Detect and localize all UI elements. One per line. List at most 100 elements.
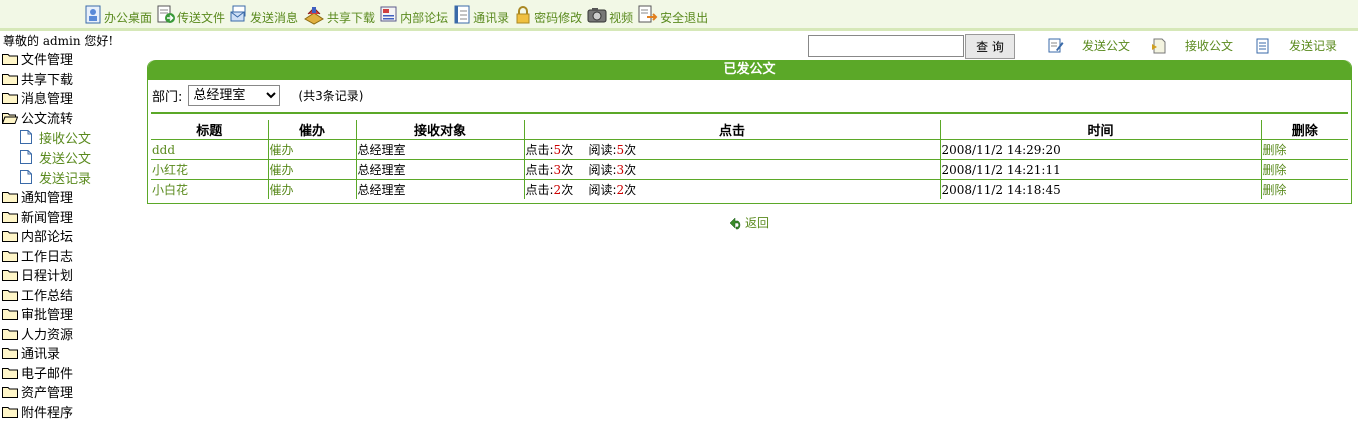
nav-logout[interactable]: 安全退出 <box>638 5 708 28</box>
panel-title: 已发公文 <box>148 60 1351 80</box>
sidebar-item-receive-doc[interactable]: 接收公文 <box>0 127 140 147</box>
send-doc-link[interactable]: 发送公文 <box>1048 37 1130 54</box>
col-title: 标题 <box>151 120 269 140</box>
table-row: 小白花 催办 总经理室 点击:2次 阅读:2次 2008/11/2 14:18:… <box>151 179 1348 199</box>
nav-file-transfer[interactable]: 传送文件 <box>157 5 225 28</box>
click-stats: 点击:5次 阅读:5次 <box>524 139 941 160</box>
col-receiver: 接收对象 <box>356 120 525 140</box>
logout-icon <box>638 5 658 25</box>
col-urge: 催办 <box>268 120 357 140</box>
receiver-cell: 总经理室 <box>356 139 525 160</box>
folder-icon <box>2 93 18 105</box>
nav-send-message[interactable]: 发送消息 <box>230 5 298 28</box>
top-nav: 办公桌面 传送文件 发送消息 共享下载 内部论坛 通讯录 密码修改 视频 安全退… <box>84 0 713 28</box>
sidebar-item-forum[interactable]: 内部论坛 <box>0 226 140 246</box>
sidebar: 文件管理 共享下载 消息管理 公文流转 接收公文 发送公文 发送记录 通知管理 … <box>0 49 140 421</box>
col-clicks: 点击 <box>524 120 941 140</box>
nav-address-book[interactable]: 通讯录 <box>453 5 509 28</box>
sidebar-item-work-log[interactable]: 工作日志 <box>0 246 140 266</box>
edit-doc-icon <box>1048 38 1064 53</box>
document-icon <box>20 150 32 164</box>
nav-change-password[interactable]: 密码修改 <box>514 5 582 28</box>
top-toolbar: 办公桌面 传送文件 发送消息 共享下载 内部论坛 通讯录 密码修改 视频 安全退… <box>0 0 1358 31</box>
col-delete: 删除 <box>1261 120 1348 140</box>
sidebar-item-message-management[interactable]: 消息管理 <box>0 88 140 108</box>
sidebar-item-shared-download[interactable]: 共享下载 <box>0 69 140 89</box>
back-link[interactable]: 返回 <box>728 214 769 231</box>
folder-icon <box>2 270 18 282</box>
sent-docs-panel: 已发公文 部门: 总经理室 (共3条记录) 标题 催办 接收对象 点击 时间 删… <box>147 60 1352 204</box>
folder-icon <box>2 54 18 66</box>
click-stats: 点击:2次 阅读:2次 <box>524 179 941 199</box>
receiver-cell: 总经理室 <box>356 159 525 180</box>
delete-link[interactable]: 删除 <box>1263 163 1287 177</box>
sidebar-item-address-book[interactable]: 通讯录 <box>0 343 140 363</box>
folder-icon <box>2 250 18 262</box>
sidebar-item-approval[interactable]: 审批管理 <box>0 304 140 324</box>
sidebar-item-email[interactable]: 电子邮件 <box>0 363 140 383</box>
urge-link[interactable]: 催办 <box>270 163 294 177</box>
urge-link[interactable]: 催办 <box>270 143 294 157</box>
folder-icon <box>2 406 18 418</box>
table-row: 小红花 催办 总经理室 点击:3次 阅读:3次 2008/11/2 14:21:… <box>151 159 1348 180</box>
forum-icon <box>380 5 398 25</box>
sidebar-item-document-flow[interactable]: 公文流转 <box>0 108 140 128</box>
nav-desktop[interactable]: 办公桌面 <box>84 5 152 28</box>
delete-link[interactable]: 删除 <box>1263 143 1287 157</box>
nav-forum[interactable]: 内部论坛 <box>380 5 448 28</box>
desktop-icon <box>84 5 102 25</box>
nav-video[interactable]: 视频 <box>587 5 633 28</box>
receive-doc-link[interactable]: 接收公文 <box>1151 37 1233 54</box>
sidebar-item-news-management[interactable]: 新闻管理 <box>0 207 140 227</box>
search-input[interactable] <box>808 35 964 57</box>
time-cell: 2008/11/2 14:29:20 <box>940 139 1262 160</box>
folder-open-icon <box>2 112 18 124</box>
folder-icon <box>2 309 18 321</box>
sidebar-item-work-summary[interactable]: 工作总结 <box>0 285 140 305</box>
doc-title-link[interactable]: 小白花 <box>152 183 188 197</box>
click-stats: 点击:3次 阅读:3次 <box>524 159 941 180</box>
table-header-row: 标题 催办 接收对象 点击 时间 删除 <box>151 120 1348 140</box>
sidebar-item-assets[interactable]: 资产管理 <box>0 382 140 402</box>
message-icon <box>230 5 248 25</box>
greeting-text: 尊敬的 admin 您好! <box>3 34 114 48</box>
col-time: 时间 <box>940 120 1262 140</box>
sidebar-item-attachments[interactable]: 附件程序 <box>0 402 140 422</box>
folder-icon <box>2 192 18 204</box>
search-button[interactable]: 查 询 <box>965 34 1015 59</box>
urge-link[interactable]: 催办 <box>270 183 294 197</box>
folder-icon <box>2 231 18 243</box>
sent-docs-table: 标题 催办 接收对象 点击 时间 删除 ddd 催办 总经理室 点击:5次 阅读… <box>151 120 1348 199</box>
sidebar-item-send-doc[interactable]: 发送公文 <box>0 147 140 167</box>
folder-icon <box>2 387 18 399</box>
filter-row: 部门: 总经理室 (共3条记录) <box>152 85 363 106</box>
folder-icon <box>2 367 18 379</box>
sidebar-item-hr[interactable]: 人力资源 <box>0 324 140 344</box>
sidebar-item-schedule[interactable]: 日程计划 <box>0 265 140 285</box>
folder-icon <box>2 328 18 340</box>
folder-icon <box>2 289 18 301</box>
sidebar-item-notice-management[interactable]: 通知管理 <box>0 187 140 207</box>
table-row: ddd 催办 总经理室 点击:5次 阅读:5次 2008/11/2 14:29:… <box>151 139 1348 160</box>
dept-label: 部门: <box>152 90 183 105</box>
document-icon <box>20 130 32 144</box>
divider <box>151 112 1348 114</box>
back-arrow-icon <box>729 216 741 229</box>
sidebar-item-file-management[interactable]: 文件管理 <box>0 49 140 69</box>
delete-link[interactable]: 删除 <box>1263 183 1287 197</box>
record-doc-icon <box>1256 38 1269 53</box>
doc-title-link[interactable]: ddd <box>152 143 175 157</box>
doc-title-link[interactable]: 小红花 <box>152 163 188 177</box>
record-count: (共3条记录) <box>298 89 364 103</box>
document-icon <box>20 170 32 184</box>
folder-icon <box>2 211 18 223</box>
camera-icon <box>587 5 607 25</box>
receiver-cell: 总经理室 <box>356 179 525 199</box>
address-book-icon <box>453 5 471 25</box>
nav-shared-download[interactable]: 共享下载 <box>303 5 375 28</box>
sidebar-item-send-record[interactable]: 发送记录 <box>0 167 140 187</box>
send-record-link[interactable]: 发送记录 <box>1255 37 1337 54</box>
lock-icon <box>514 5 532 25</box>
dept-select[interactable]: 总经理室 <box>188 85 281 106</box>
time-cell: 2008/11/2 14:21:11 <box>940 159 1262 180</box>
